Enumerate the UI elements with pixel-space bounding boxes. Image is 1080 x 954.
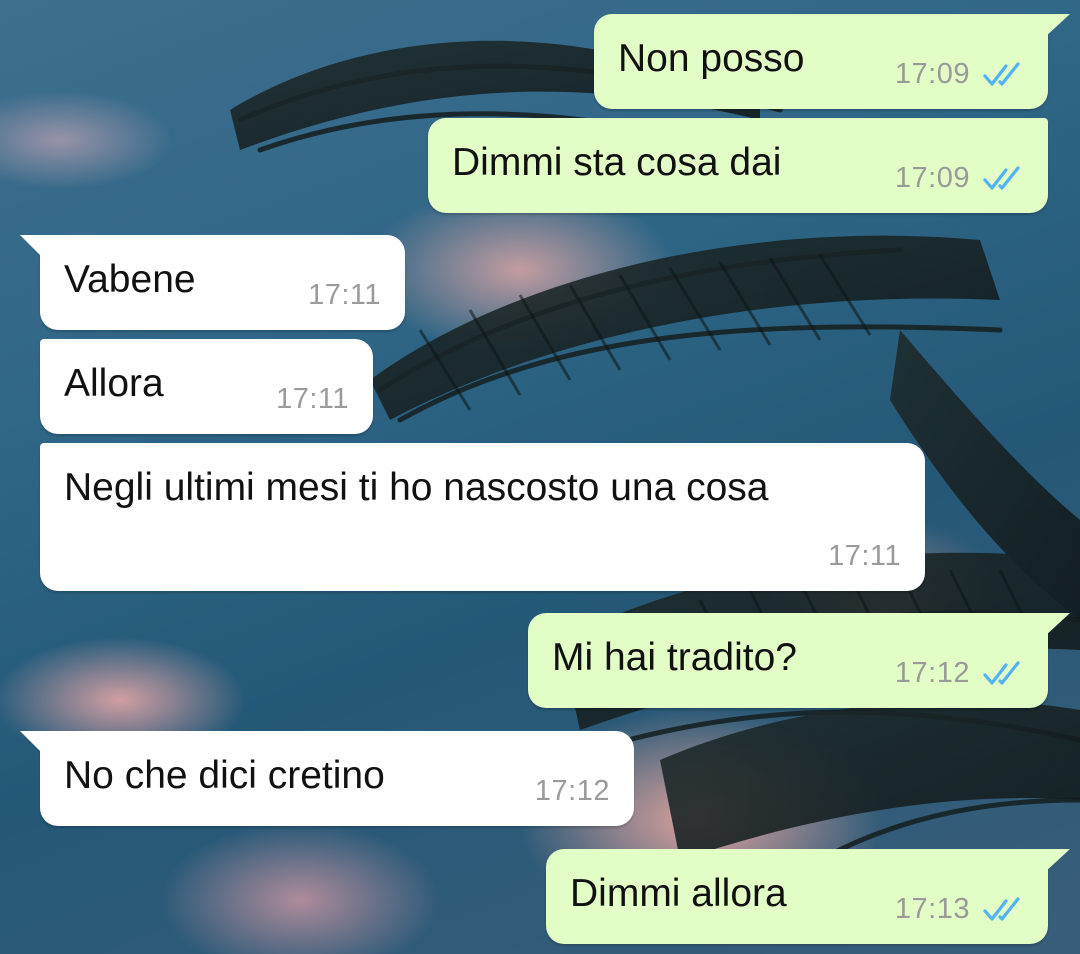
message-time: 17:13: [894, 893, 970, 925]
message-text: Negli ultimi mesi ti ho nascosto una cos…: [64, 466, 769, 509]
message-time: 17:12: [534, 775, 610, 807]
message-meta: 17:11: [276, 383, 349, 416]
message-text: No che dici cretino: [64, 754, 385, 797]
message-outgoing[interactable]: Dimmi sta cosa dai 17:09: [428, 118, 1048, 213]
message-meta: 17:11: [828, 540, 901, 573]
message-meta: 17:12: [895, 657, 1024, 690]
message-incoming[interactable]: Allora 17:11: [40, 339, 373, 434]
message-outgoing[interactable]: Dimmi allora 17:13: [546, 849, 1070, 944]
message-time: 17:11: [276, 383, 349, 415]
read-double-tick-icon: [983, 165, 1020, 190]
message-outgoing[interactable]: Non posso 17:09: [594, 14, 1070, 109]
message-meta: 17:09: [895, 162, 1024, 195]
bubble-tail: [20, 235, 44, 259]
message-meta: 17:09: [895, 58, 1024, 91]
message-time: 17:11: [828, 540, 901, 572]
message-time: 17:12: [894, 657, 970, 689]
conversation: Non posso 17:09 Dimmi sta cosa dai 17:09…: [0, 0, 1080, 954]
message-time: 17:11: [308, 279, 381, 311]
message-meta: 17:13: [895, 893, 1024, 926]
message-meta: 17:12: [535, 775, 610, 808]
message-time: 17:09: [894, 162, 970, 194]
bubble-tail: [1044, 14, 1070, 38]
bubble-tail: [20, 731, 44, 755]
message-meta: 17:11: [308, 279, 381, 312]
read-double-tick-icon: [983, 61, 1020, 86]
read-double-tick-icon: [983, 660, 1020, 685]
read-double-tick-icon: [983, 896, 1020, 921]
message-time: 17:09: [894, 58, 970, 90]
bubble-tail: [1044, 613, 1070, 637]
message-incoming[interactable]: Vabene 17:11: [20, 235, 405, 330]
message-incoming[interactable]: No che dici cretino 17:12: [20, 731, 634, 826]
message-outgoing[interactable]: Mi hai tradito? 17:12: [528, 613, 1070, 708]
bubble-tail: [1044, 849, 1070, 873]
message-incoming[interactable]: Negli ultimi mesi ti ho nascosto una cos…: [40, 443, 925, 591]
